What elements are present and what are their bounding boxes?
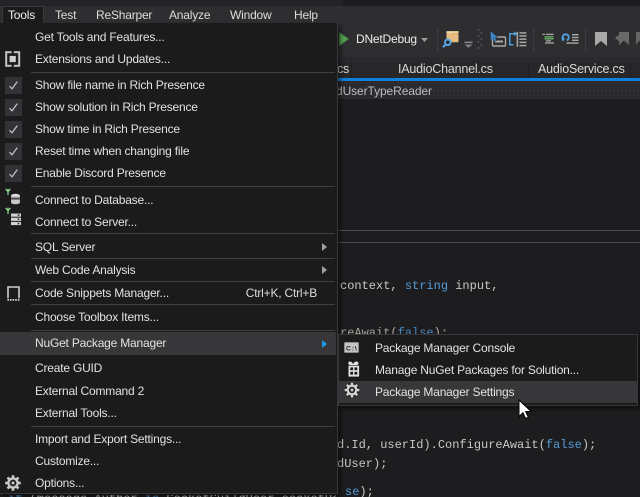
svg-text:C:\: C:\ [346, 345, 357, 352]
